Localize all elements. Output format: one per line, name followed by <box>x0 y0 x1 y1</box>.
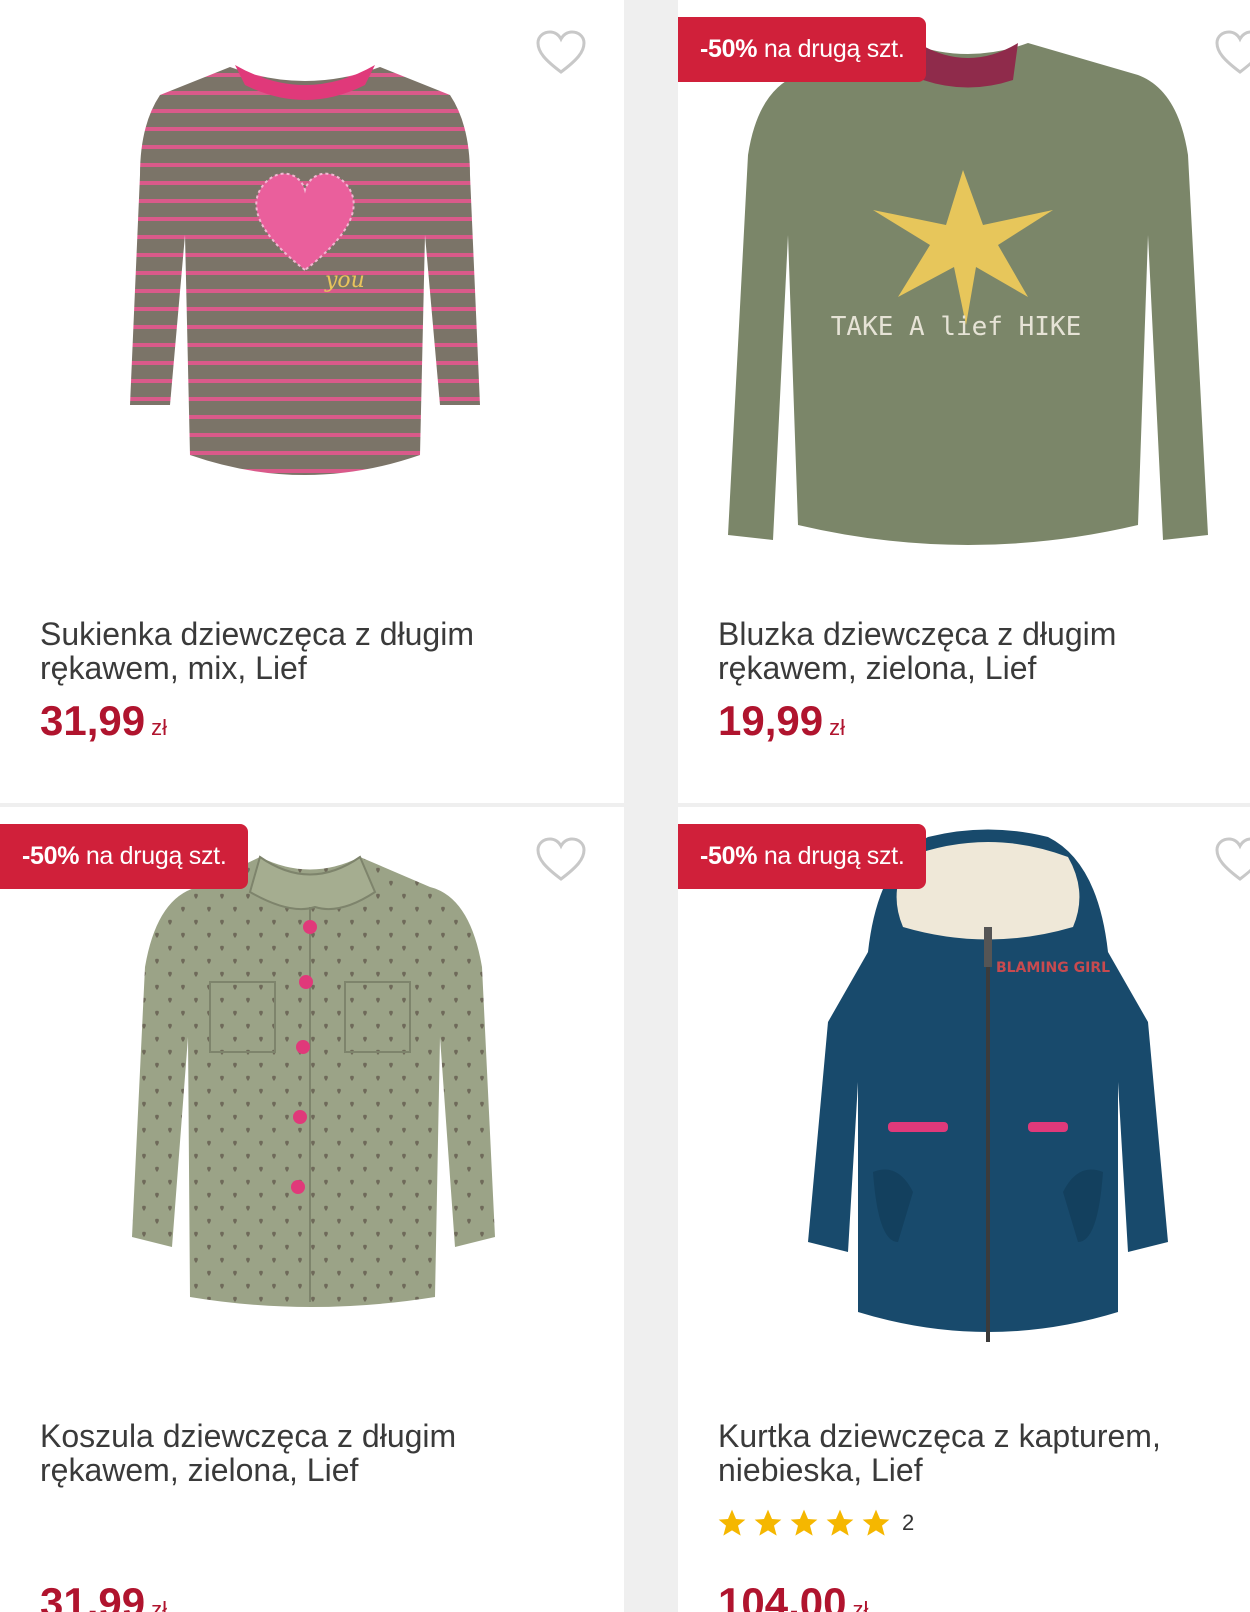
price-currency: zł <box>829 715 845 740</box>
heart-outline-icon[interactable] <box>1214 30 1250 76</box>
star-icon <box>826 1509 854 1536</box>
heart-outline-icon[interactable] <box>535 837 587 883</box>
product-card[interactable]: TAKE A lief HIKE -50% na drugą szt. Bluz… <box>678 0 1250 803</box>
badge-percent: -50% <box>700 35 758 63</box>
rating-count: 2 <box>902 1510 915 1535</box>
art-label: you <box>324 268 365 293</box>
heart-outline-icon[interactable] <box>1214 837 1250 883</box>
star-icon <box>718 1509 746 1536</box>
art-label: BLAMING GIRL <box>996 960 1110 976</box>
promo-badge: -50% na drugą szt. <box>678 17 927 82</box>
product-title[interactable]: Sukienka dziewczęca z długim rękawem, mi… <box>40 617 560 685</box>
product-rating: 2 <box>716 1507 914 1539</box>
price-currency: zł <box>852 1597 869 1612</box>
product-card[interactable]: BLAMING GIRL -50% na drugą szt. Kurtka d… <box>678 807 1250 1612</box>
product-grid: you Sukienka dziewczęca z długim rękawem… <box>0 0 1250 1612</box>
badge-percent: -50% <box>22 842 80 870</box>
art-label: TAKE A lief HIKE <box>831 312 1081 342</box>
star-icon <box>754 1509 782 1536</box>
promo-badge: -50% na drugą szt. <box>678 824 927 889</box>
price-value: 31,99 <box>40 1579 146 1612</box>
heart-outline-icon[interactable] <box>535 30 587 76</box>
product-card[interactable]: -50% na drugą szt. Koszula dziewczęca z … <box>0 807 624 1612</box>
product-title[interactable]: Bluzka dziewczęca z długim rękawem, ziel… <box>718 617 1238 685</box>
product-image[interactable]: you <box>120 55 490 495</box>
price-currency: zł <box>151 715 167 740</box>
badge-text: na drugą szt. <box>763 842 905 870</box>
promo-badge: -50% na drugą szt. <box>0 824 249 889</box>
product-price: 31,99 zł <box>40 1580 167 1612</box>
price-value: 104,00 <box>718 1579 847 1612</box>
product-image[interactable]: TAKE A lief HIKE <box>708 35 1228 575</box>
product-card[interactable]: you Sukienka dziewczęca z długim rękawem… <box>0 0 624 803</box>
star-icon <box>862 1509 890 1536</box>
price-value: 31,99 <box>40 697 146 744</box>
product-price: 19,99 zł <box>718 698 845 751</box>
badge-percent: -50% <box>700 842 758 870</box>
star-icon <box>790 1509 818 1536</box>
badge-text: na drugą szt. <box>85 842 227 870</box>
product-price: 31,99 zł <box>40 698 167 751</box>
product-title[interactable]: Kurtka dziewczęca z kapturem, niebieska,… <box>718 1419 1238 1487</box>
product-image[interactable]: BLAMING GIRL <box>788 822 1188 1367</box>
product-price: 104,00 zł <box>718 1580 868 1612</box>
badge-text: na drugą szt. <box>763 35 905 63</box>
price-value: 19,99 <box>718 697 824 744</box>
price-currency: zł <box>151 1597 167 1612</box>
product-image[interactable] <box>110 837 520 1337</box>
product-title[interactable]: Koszula dziewczęca z długim rękawem, zie… <box>40 1419 560 1487</box>
